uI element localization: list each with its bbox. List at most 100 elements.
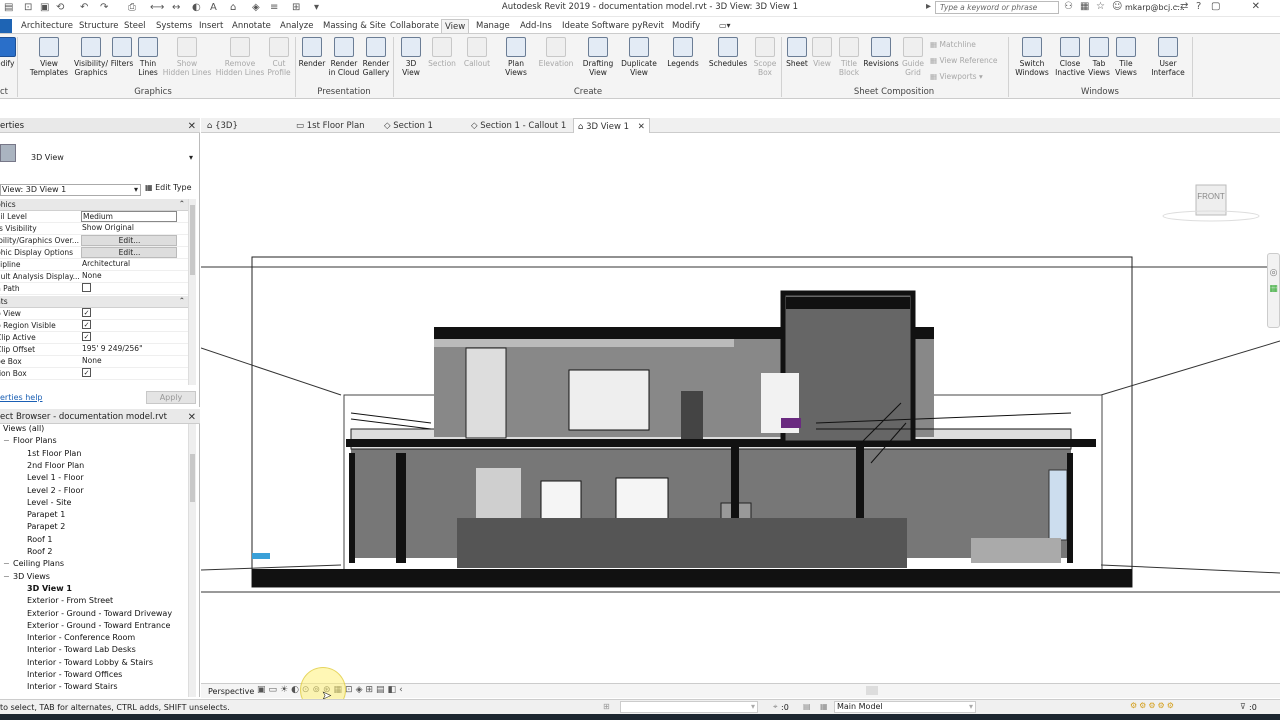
tree-node-view[interactable]: 2nd Floor Plan xyxy=(27,461,84,470)
prop-far-clip-active[interactable]: Clip Active✓ xyxy=(0,332,188,344)
app-menu-icon[interactable]: ▤ xyxy=(4,2,13,13)
remove-hidden-lines-button[interactable]: Remove Hidden Lines xyxy=(214,37,266,87)
tab-views-button[interactable]: Tab Views xyxy=(1086,37,1112,87)
prop-visibility-graphics[interactable]: ibility/Graphics Over... Edit... xyxy=(0,235,188,247)
prop-far-clip-offset[interactable]: Clip Offset195' 9 249/256" xyxy=(0,344,188,356)
sheet-button[interactable]: Sheet xyxy=(784,37,810,87)
selection-toggle-icons[interactable]: ⚙⚙⚙⚙⚙ xyxy=(1130,701,1176,710)
view-place-button[interactable]: View xyxy=(810,37,834,87)
tab-systems[interactable]: Systems xyxy=(153,19,195,33)
tree-node-view[interactable]: 3D View 1 xyxy=(27,584,72,593)
drafting-view-button[interactable]: Drafting View xyxy=(580,37,616,87)
default-3d-icon[interactable]: ⌂ xyxy=(230,2,236,13)
prop-detail-level[interactable]: ail LevelMedium xyxy=(0,211,188,223)
tab-analyze[interactable]: Analyze xyxy=(277,19,317,33)
section-icon[interactable]: ◈ xyxy=(252,2,260,13)
view-templates-button[interactable]: View Templates xyxy=(27,37,71,87)
user-icon[interactable]: ☺ xyxy=(1112,1,1122,12)
edit-type-button[interactable]: ▦ Edit Type xyxy=(145,183,195,197)
drawing-area[interactable]: FRONT ◎ ▦ xyxy=(200,133,1280,682)
worksharing-icon[interactable]: ⊞ xyxy=(603,702,610,711)
tab-annotate[interactable]: Annotate xyxy=(229,19,274,33)
tree-node-view[interactable]: Level - Site xyxy=(27,498,71,507)
properties-help-link[interactable]: erties help xyxy=(0,393,43,402)
redo-icon[interactable]: ↷ xyxy=(100,2,108,13)
view-tab-3d-default[interactable]: ⌂ {3D} xyxy=(203,118,242,133)
prop-parts-visibility[interactable]: ts Visibility Show Original xyxy=(0,223,188,235)
close-icon[interactable]: ✕ xyxy=(188,121,196,132)
view-tab-section-1[interactable]: ◇ Section 1 xyxy=(380,118,437,133)
tag-icon[interactable]: ◐ xyxy=(192,2,201,13)
cut-profile-button[interactable]: Cut Profile xyxy=(264,37,294,87)
tree-node-view[interactable]: Exterior - Ground - Toward Driveway xyxy=(27,609,172,618)
workset-dropdown[interactable]: ▾ xyxy=(620,701,758,713)
text-icon[interactable]: A xyxy=(210,2,217,13)
ribbon-dropdown-icon[interactable]: ▭▾ xyxy=(716,19,734,33)
close-icon[interactable]: ✕ xyxy=(188,412,196,423)
duplicate-view-button[interactable]: Duplicate View xyxy=(620,37,658,87)
prop-analysis-display[interactable]: ault Analysis Display... None xyxy=(0,271,188,283)
viewports-button[interactable]: ▦ Viewports ▾ xyxy=(930,72,983,81)
tree-node-view[interactable]: Exterior - From Street xyxy=(27,596,113,605)
tab-architecture[interactable]: Architecture xyxy=(18,19,76,33)
tree-node-view[interactable]: Interior - Toward Lab Desks xyxy=(27,645,136,654)
tile-views-button[interactable]: Tile Views xyxy=(1113,37,1139,87)
tab-ideate-software[interactable]: Ideate Software xyxy=(559,19,632,33)
elevation-button[interactable]: Elevation xyxy=(536,37,576,87)
tree-node-view[interactable]: Roof 1 xyxy=(27,535,52,544)
tab-structure[interactable]: Structure xyxy=(76,19,122,33)
undo-icon[interactable]: ↶ xyxy=(80,2,88,13)
measure-icon[interactable]: ⟷ xyxy=(150,2,164,13)
sync-icon[interactable]: ⟲ xyxy=(56,2,64,13)
type-selector-dropdown-icon[interactable]: ▾ xyxy=(189,153,193,162)
dimension-icon[interactable]: ↔ xyxy=(172,2,180,13)
tree-node-view[interactable]: Interior - Toward Stairs xyxy=(27,682,118,691)
tree-node-group[interactable]: Views (all)− xyxy=(3,424,44,433)
plan-views-button[interactable]: Plan Views xyxy=(501,37,531,87)
browser-scrollbar[interactable] xyxy=(188,424,196,697)
window-controls[interactable]: – ▢ ✕ xyxy=(1175,1,1274,12)
tree-node-view[interactable]: Parapet 2 xyxy=(27,522,65,531)
navigation-bar[interactable]: ◎ ▦ xyxy=(1267,253,1280,328)
viewcube-face-label[interactable]: FRONT xyxy=(1197,192,1225,201)
horizontal-scroll-thumb[interactable] xyxy=(866,686,878,695)
tab-manage[interactable]: Manage xyxy=(473,19,513,33)
far-clip-active-checkbox[interactable]: ✓ xyxy=(82,332,91,341)
filter-icon[interactable]: ⊽ xyxy=(1240,702,1246,711)
switch-windows-button[interactable]: Switch Windows xyxy=(1012,37,1052,87)
tab-add-ins[interactable]: Add-Ins xyxy=(517,19,555,33)
view-tab-1st-floor-plan[interactable]: ▭ 1st Floor Plan xyxy=(292,118,369,133)
tree-node-view[interactable]: Level 2 - Floor xyxy=(27,486,84,495)
tree-node-view[interactable]: Roof 2 xyxy=(27,547,52,556)
render-gallery-button[interactable]: Render Gallery xyxy=(361,37,391,87)
render-in-cloud-button[interactable]: Render in Cloud xyxy=(327,37,361,87)
tree-toggle-icon[interactable]: − xyxy=(3,436,10,445)
switch-windows-icon[interactable]: ⊞ xyxy=(292,2,300,13)
legends-button[interactable]: Legends xyxy=(664,37,702,87)
tab-insert[interactable]: Insert xyxy=(196,19,226,33)
design-option-dropdown[interactable]: Main Model ▾ xyxy=(834,701,976,713)
show-hidden-lines-button[interactable]: Show Hidden Lines xyxy=(162,37,212,87)
render-button[interactable]: Render xyxy=(297,37,327,87)
thin-lines-icon[interactable]: ≡ xyxy=(270,2,278,13)
crop-view-checkbox[interactable]: ✓ xyxy=(82,308,91,317)
prop-section-box[interactable]: tion Box✓ xyxy=(0,368,188,380)
section-button[interactable]: Section xyxy=(427,37,457,87)
tree-node-view[interactable]: Parapet 1 xyxy=(27,510,65,519)
thin-lines-button[interactable]: Thin Lines xyxy=(135,37,161,87)
tree-node-view[interactable]: Exterior - Ground - Toward Entrance xyxy=(27,621,170,630)
zoom-icon[interactable]: ▦ xyxy=(1268,284,1279,294)
user-interface-button[interactable]: User Interface xyxy=(1148,37,1188,87)
prop-discipline[interactable]: ciplineArchitectural xyxy=(0,259,188,271)
design-options-lock-icon[interactable]: ▦ xyxy=(820,702,828,711)
tree-node-view[interactable]: Level 1 - Floor xyxy=(27,473,84,482)
customize-qat-icon[interactable]: ▾ xyxy=(314,2,319,13)
binoculars-icon[interactable]: ⚇ xyxy=(1064,1,1073,12)
tree-toggle-icon[interactable]: − xyxy=(3,559,10,568)
instance-filter-dropdown[interactable]: View: 3D View 1 ▾ xyxy=(0,184,141,196)
prop-graphic-display[interactable]: phic Display Options Edit... xyxy=(0,247,188,259)
design-options-icon[interactable]: ▤ xyxy=(803,702,811,711)
matchline-button[interactable]: ▦ Matchline xyxy=(930,40,976,49)
prop-crop-view[interactable]: p View✓ xyxy=(0,308,188,320)
guide-grid-button[interactable]: Guide Grid xyxy=(900,37,926,87)
